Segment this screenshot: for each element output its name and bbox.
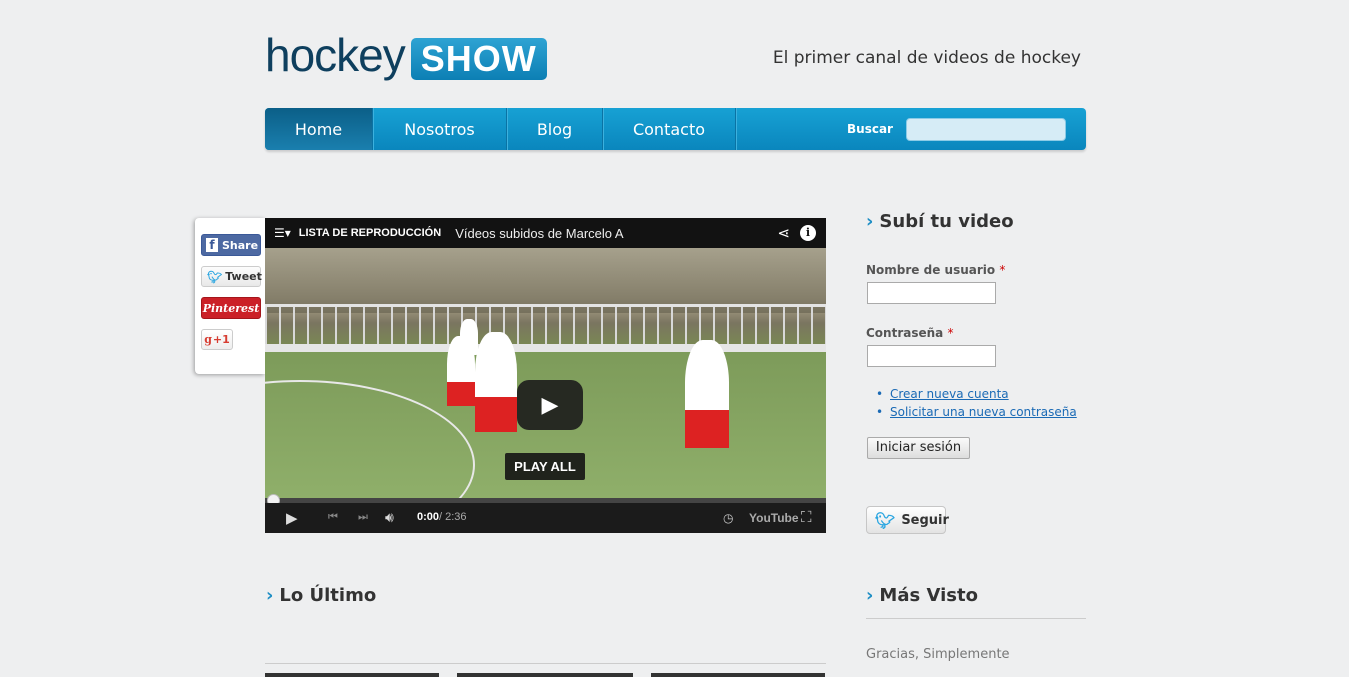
video-hockey-player [447,336,475,406]
create-account-link[interactable]: Crear nueva cuenta [876,387,1077,401]
youtube-logo[interactable]: YouTube [749,511,799,525]
most-viewed-heading: › Más Visto [866,585,978,606]
chevron-right-icon: › [866,585,874,606]
playlist-label[interactable]: LISTA DE REPRODUCCIÓN [299,227,441,239]
search-label: Buscar [847,122,893,136]
login-button[interactable]: Iniciar sesión [867,437,970,459]
twitter-bird-icon: 🐦︎ [875,510,896,530]
watch-later-icon[interactable]: ◷ [723,511,733,525]
logo-word-hockey: hockey [265,29,406,81]
nav-item-contacto[interactable]: Contacto [603,108,736,150]
video-thumbnail[interactable] [265,673,439,677]
play-all-button[interactable]: PLAY ALL [505,453,585,480]
tweet-button[interactable]: 🐦︎ Tweet [201,266,262,287]
password-field[interactable] [867,345,996,367]
google-plus-label: +1 [212,333,230,346]
video-controls: ▶ ⏮ ⏭ 🔊︎ 0:00 / 2:36 ◷ YouTube ⛶ [265,503,826,533]
divider [265,663,826,664]
chevron-right-icon: › [866,211,874,232]
chevron-right-icon: › [266,585,274,606]
site-logo[interactable]: hockey SHOW [265,28,547,81]
logo-word-show: SHOW [410,38,547,80]
latest-heading: › Lo Último [266,585,376,606]
latest-thumbnails [265,673,826,677]
volume-icon[interactable]: 🔊︎ [385,509,394,526]
username-label: Nombre de usuario * [866,263,1005,277]
facebook-share-button[interactable]: f Share [201,234,261,256]
play-icon[interactable]: ▶ [286,509,298,527]
site-tagline: El primer canal de videos de hockey [772,48,1081,68]
twitter-follow-button[interactable]: 🐦︎ Seguir [866,506,949,534]
previous-icon[interactable]: ⏮ [328,511,338,524]
most-viewed-item[interactable]: Gracias, Simplemente [866,647,1010,662]
required-mark: * [999,263,1006,277]
upload-heading: › Subí tu video [866,211,1014,232]
facebook-share-label: Share [222,238,259,252]
current-time: 0:00 [417,511,440,523]
username-field[interactable] [867,282,996,304]
video-thumbnail[interactable] [651,673,825,677]
video-hockey-player [475,332,517,432]
video-hockey-player [685,340,729,448]
google-plus-button[interactable]: g +1 [201,329,233,350]
playlist-icon[interactable]: ☰▾ [274,226,291,240]
big-play-button[interactable]: ▶ [517,380,583,430]
video-title[interactable]: Vídeos subidos de Marcelo A [455,226,623,241]
facebook-icon: f [206,238,218,252]
nav-item-nosotros[interactable]: Nosotros [373,108,507,150]
fullscreen-icon[interactable]: ⛶ [801,509,812,526]
main-navigation: Home Nosotros Blog Contacto Buscar [265,108,1086,150]
next-icon[interactable]: ⏭ [358,511,368,524]
video-frame: ▶ PLAY ALL [265,248,826,533]
latest-heading-text: Lo Último [279,585,377,606]
share-icon[interactable]: ⋖ [777,224,790,242]
video-title-bar: ☰▾ LISTA DE REPRODUCCIÓN Vídeos subidos … [265,218,826,248]
video-fence [265,304,826,344]
video-thumbnail[interactable] [457,673,633,677]
divider [866,618,1086,619]
reset-password-link[interactable]: Solicitar una nueva contraseña [876,405,1077,419]
total-duration: / 2:36 [439,511,467,523]
info-icon[interactable]: i [800,225,816,241]
username-label-text: Nombre de usuario [866,263,996,277]
nav-item-blog[interactable]: Blog [507,108,603,150]
pinterest-button[interactable]: Pinterest [201,297,261,319]
twitter-bird-icon: 🐦︎ [207,269,223,284]
password-label-text: Contraseña [866,326,944,340]
search-input[interactable] [906,118,1066,141]
nav-item-home[interactable]: Home [265,108,373,150]
youtube-player[interactable]: ▶ PLAY ALL ☰▾ LISTA DE REPRODUCCIÓN Víde… [265,218,826,533]
password-label: Contraseña * [866,326,953,340]
social-share-bar: f Share 🐦︎ Tweet Pinterest g +1 [195,218,265,374]
follow-label: Seguir [901,512,949,528]
google-g-icon: g [204,333,212,346]
required-mark: * [947,326,954,340]
account-links: Crear nueva cuenta Solicitar una nueva c… [876,387,1077,423]
most-viewed-heading-text: Más Visto [879,585,978,606]
upload-heading-text: Subí tu video [879,211,1014,232]
play-icon: ▶ [541,392,559,418]
tweet-label: Tweet [225,270,262,283]
video-wall [265,344,826,352]
